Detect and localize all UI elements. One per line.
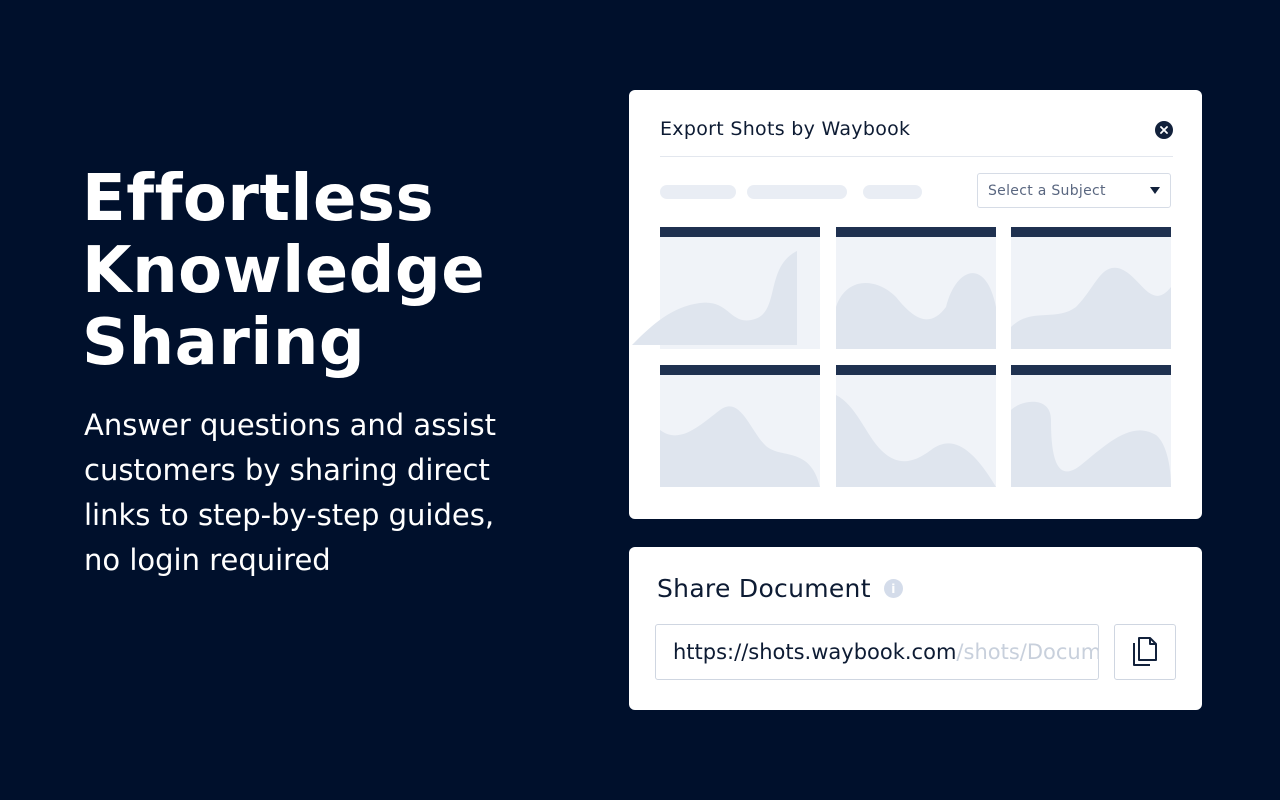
filter-placeholder — [863, 185, 922, 199]
share-url-overflow-text: /shots/Document — [956, 640, 1098, 664]
thumbnail-header-bar — [836, 365, 996, 375]
wave-illustration — [1011, 401, 1171, 487]
hero-title-line: Knowledge — [82, 234, 486, 308]
caret-down-icon — [1150, 187, 1160, 194]
wave-illustration — [632, 251, 797, 345]
share-document-panel: Share Document i https://shots.waybook.c… — [629, 547, 1202, 710]
hero-title: Effortless Knowledge Sharing — [82, 163, 552, 379]
hero-subtitle-line: no login required — [84, 543, 331, 577]
shot-thumbnail[interactable] — [1011, 365, 1171, 487]
thumbnail-header-bar — [836, 227, 996, 237]
shot-thumbnail[interactable] — [836, 227, 996, 349]
hero-subtitle-line: customers by sharing direct — [84, 453, 490, 487]
shot-thumbnail[interactable] — [632, 227, 820, 349]
export-shots-panel: Export Shots by Waybook Select a Subject — [629, 90, 1202, 519]
copy-icon — [1133, 637, 1157, 666]
close-icon[interactable] — [1155, 121, 1173, 139]
share-url-input[interactable]: https://shots.waybook.com/shots/Document — [655, 624, 1099, 680]
filter-placeholder — [747, 185, 847, 199]
hero-subtitle-line: Answer questions and assist — [84, 408, 496, 442]
shot-thumbnail[interactable] — [1011, 227, 1171, 349]
wave-illustration — [836, 395, 996, 487]
hero-title-line: Sharing — [82, 306, 366, 380]
shot-thumbnail[interactable] — [660, 365, 820, 487]
hero-title-line: Effortless — [82, 162, 435, 236]
thumbnail-header-bar — [660, 227, 820, 237]
thumbnail-header-bar — [1011, 227, 1171, 237]
thumbnail-header-bar — [1011, 365, 1171, 375]
copy-link-button[interactable] — [1114, 624, 1176, 680]
export-panel-title: Export Shots by Waybook — [660, 118, 911, 140]
share-document-title: Share Document — [657, 574, 871, 603]
subject-select-value: Select a Subject — [988, 182, 1106, 199]
share-url-text: https://shots.waybook.com — [673, 640, 957, 664]
shot-thumbnail[interactable] — [836, 365, 996, 487]
share-title-row: Share Document i — [657, 574, 903, 603]
hero-subtitle: Answer questions and assist customers by… — [82, 403, 552, 583]
info-icon[interactable]: i — [883, 579, 903, 598]
hero-section: Effortless Knowledge Sharing Answer ques… — [82, 163, 552, 583]
wave-illustration — [660, 406, 820, 487]
wave-illustration — [836, 273, 996, 349]
filter-placeholder — [660, 185, 736, 199]
hero-subtitle-line: links to step-by-step guides, — [84, 498, 495, 532]
subject-select[interactable]: Select a Subject — [977, 173, 1171, 208]
wave-illustration — [1011, 267, 1171, 349]
export-panel-header: Export Shots by Waybook — [660, 118, 1173, 157]
thumbnail-header-bar — [660, 365, 820, 375]
